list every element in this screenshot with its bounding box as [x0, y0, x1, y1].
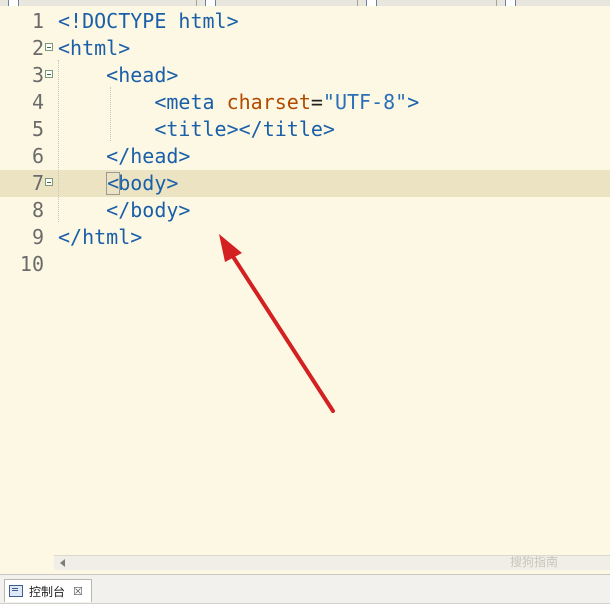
code-token: </body> [106, 198, 191, 222]
indent-guide [58, 60, 59, 222]
code-line[interactable]: 1 <!DOCTYPE html> [0, 8, 610, 35]
code-line[interactable]: 2 <html> [0, 35, 610, 62]
fold-toggle-icon[interactable] [45, 70, 53, 78]
line-number: 4 [31, 90, 44, 114]
code-line[interactable]: 7 <body> [0, 170, 610, 197]
code-text: </body> [58, 197, 190, 224]
code-text: </head> [58, 143, 190, 170]
code-token: </html> [58, 225, 143, 249]
line-number: 8 [31, 198, 44, 222]
code-token: "UTF-8" [322, 90, 408, 114]
console-icon [9, 585, 23, 597]
code-token: = [310, 90, 323, 114]
code-text: <!DOCTYPE html> [58, 8, 239, 35]
line-number: 6 [31, 144, 44, 168]
close-icon[interactable]: ☒ [73, 585, 83, 598]
console-tab-label: 控制台 [29, 584, 66, 599]
scroll-left-arrow-icon[interactable] [60, 559, 65, 567]
line-number: 10 [19, 252, 44, 276]
line-number: 3 [31, 63, 44, 87]
line-number: 9 [31, 225, 44, 249]
code-text: <meta charset="UTF-8"> [58, 89, 419, 116]
code-token: <meta [154, 90, 227, 114]
console-body [0, 603, 610, 612]
bottom-panel: 控制台 ☒ [0, 574, 610, 612]
line-number: 5 [31, 117, 44, 141]
code-token: </head> [106, 144, 191, 168]
code-editor[interactable]: 1 <!DOCTYPE html> 2 <html> 3 <head> 4 <meta c… [0, 6, 610, 554]
bracket-match-highlight: < [106, 171, 121, 195]
code-text: <html> [58, 35, 130, 62]
fold-toggle-icon[interactable] [45, 178, 53, 186]
code-token: <html> [58, 36, 131, 60]
console-tab[interactable]: 控制台 ☒ [4, 579, 92, 602]
line-number: 1 [31, 9, 44, 33]
code-text: <head> [58, 62, 178, 89]
gutter-filler [0, 555, 54, 569]
code-text: <body> [58, 170, 178, 197]
code-line[interactable]: 4 <meta charset="UTF-8"> [0, 89, 610, 116]
code-line[interactable]: 5 <title></title> [0, 116, 610, 143]
code-token: <title></title> [154, 117, 335, 141]
code-line[interactable]: 3 <head> [0, 62, 610, 89]
indent-guide [110, 87, 111, 141]
code-text: </html> [58, 224, 142, 251]
code-line[interactable]: 9 </html> [0, 224, 610, 251]
code-text: <title></title> [58, 116, 335, 143]
code-token: charset [226, 90, 311, 114]
code-line[interactable]: 10 [0, 251, 610, 278]
code-token: <!DOCTYPE html> [58, 9, 239, 33]
fold-toggle-icon[interactable] [45, 43, 53, 51]
code-line[interactable]: 6 </head> [0, 143, 610, 170]
watermark: 搜狗指南 [510, 555, 559, 569]
code-line[interactable]: 8 </body> [0, 197, 610, 224]
code-token: <body> [106, 171, 179, 195]
line-number: 2 [31, 36, 44, 60]
code-token: > [407, 90, 420, 114]
line-number: 7 [31, 171, 44, 195]
code-token: <head> [106, 63, 179, 87]
